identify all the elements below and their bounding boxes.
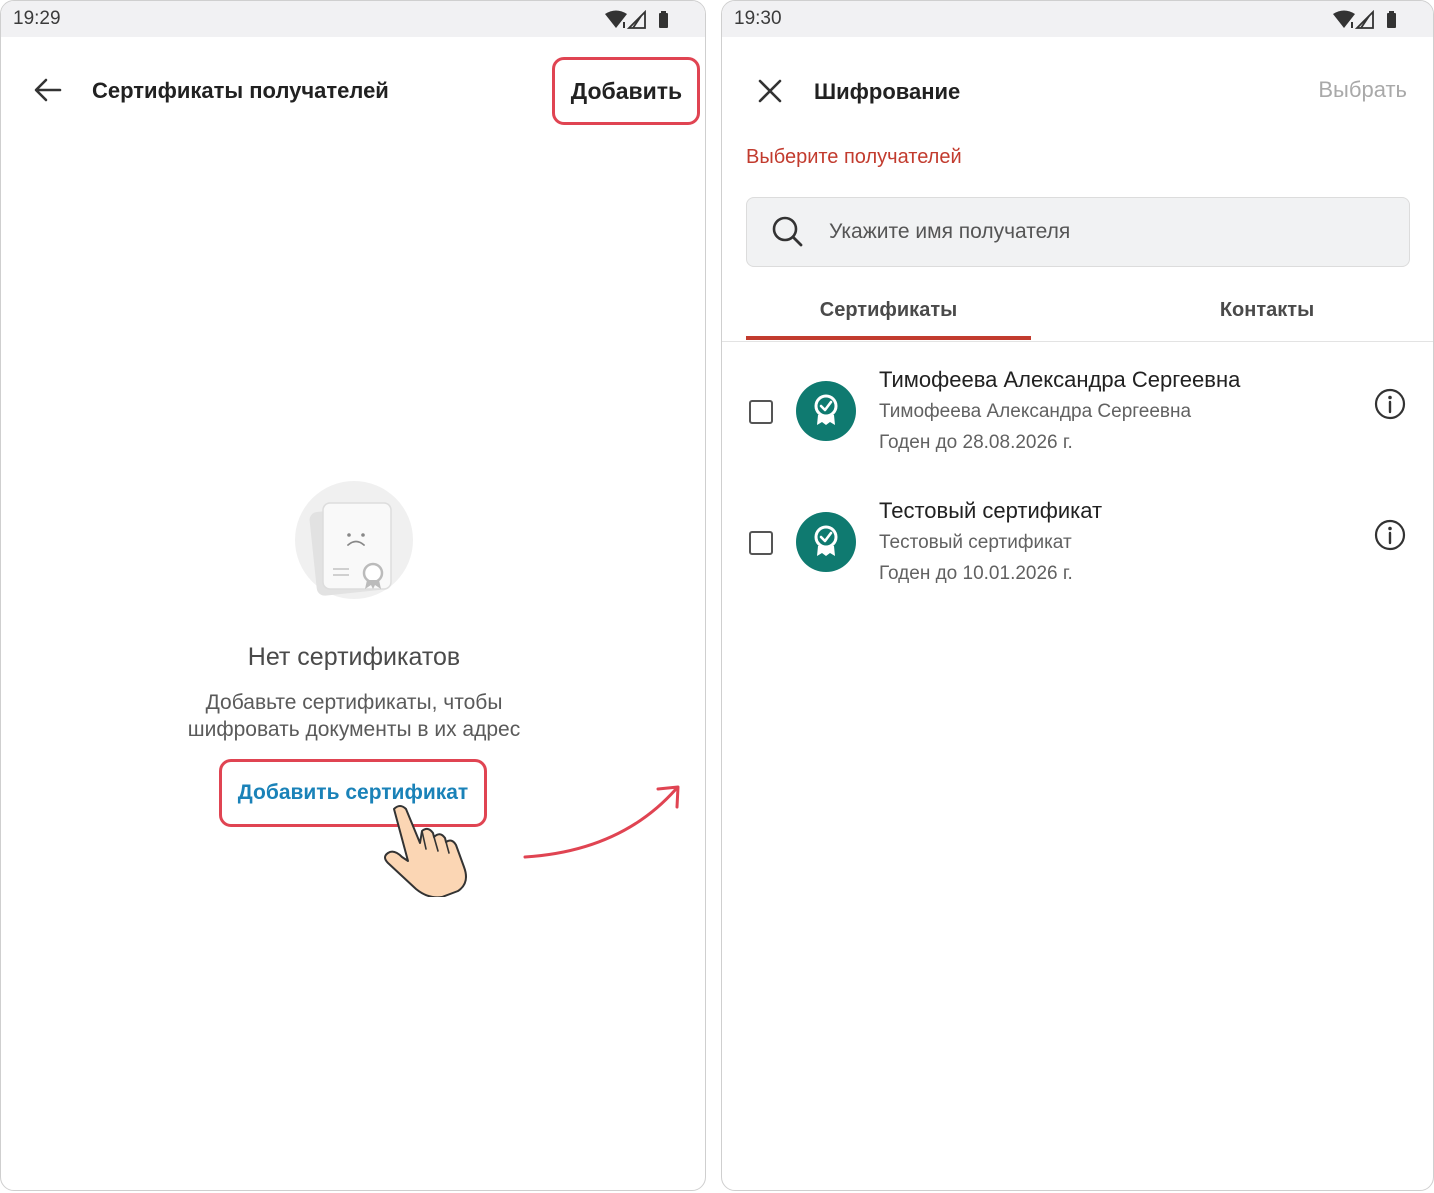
info-icon[interactable] — [1374, 388, 1406, 420]
page-title: Шифрование — [814, 79, 961, 104]
status-bar: 19:30 — [722, 1, 1433, 37]
status-icons — [605, 10, 671, 30]
empty-certificate-icon — [295, 481, 413, 599]
page-title: Сертификаты получателей — [92, 78, 389, 103]
back-arrow-icon[interactable] — [34, 77, 62, 103]
tab-divider — [722, 341, 1433, 342]
certificate-avatar-icon — [796, 512, 856, 572]
search-box[interactable] — [746, 197, 1410, 267]
certificate-checkbox[interactable] — [749, 400, 773, 424]
info-icon[interactable] — [1374, 519, 1406, 551]
certificate-validity: Годен до 28.08.2026 г. — [879, 432, 1073, 453]
pointing-hand-icon — [384, 805, 467, 897]
certificate-subject: Тестовый сертификат — [879, 532, 1072, 553]
empty-state-description: Добавьте сертификаты, чтобы шифровать до… — [1, 689, 705, 743]
status-time: 19:29 — [13, 8, 61, 29]
right-screen: 19:30 Шифрование Выбрать Выберите получа… — [721, 0, 1434, 1191]
left-screen: 19:29 Сертификаты получателей Добавить Н… — [0, 0, 706, 1191]
status-bar: 19:29 — [1, 1, 705, 37]
wifi-icon — [605, 10, 627, 28]
tab-certificates[interactable]: Сертификаты — [746, 279, 1031, 341]
section-label: Выберите получателей — [746, 146, 962, 168]
empty-desc-line-2: шифровать документы в их адрес — [187, 718, 521, 741]
empty-desc-line-1: Добавьте сертификаты, чтобы — [205, 691, 503, 714]
curved-arrow-icon — [523, 785, 680, 859]
certificate-avatar-icon — [796, 381, 856, 441]
add-button[interactable]: Добавить — [554, 58, 699, 124]
certificate-list-item[interactable]: Тестовый сертификат Тестовый сертификат … — [722, 498, 1433, 608]
tab-contacts[interactable]: Контакты — [1142, 279, 1392, 341]
certificate-name: Тимофеева Александра Сергеевна — [879, 367, 1241, 392]
battery-icon — [1387, 11, 1396, 28]
certificate-checkbox[interactable] — [749, 531, 773, 555]
select-button[interactable]: Выбрать — [1318, 77, 1407, 103]
status-time: 19:30 — [734, 8, 782, 29]
active-tab-indicator — [746, 336, 1031, 340]
certificate-list-item[interactable]: Тимофеева Александра Сергеевна Тимофеева… — [722, 367, 1433, 477]
certificate-subject: Тимофеева Александра Сергеевна — [879, 401, 1192, 422]
close-icon[interactable] — [758, 79, 782, 103]
status-icons — [1333, 10, 1399, 30]
certificate-validity: Годен до 10.01.2026 г. — [879, 563, 1073, 584]
battery-icon — [659, 11, 668, 28]
search-input[interactable] — [829, 198, 1389, 266]
signal-icon — [626, 10, 646, 29]
certificate-name: Тестовый сертификат — [879, 498, 1103, 523]
empty-state-title: Нет сертификатов — [247, 643, 461, 671]
search-icon — [772, 216, 803, 247]
wifi-icon — [1333, 10, 1355, 28]
signal-icon — [1354, 10, 1374, 29]
